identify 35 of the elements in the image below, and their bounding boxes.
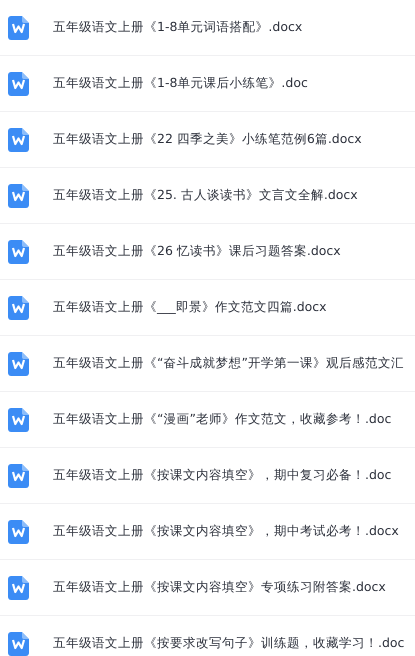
file-name: 五年级语文上册《按要求改写句子》训练题，收藏学习！.doc bbox=[53, 635, 404, 652]
file-name: 五年级语文上册《按课文内容填空》，期中考试必考！.docx bbox=[53, 523, 399, 540]
word-document-icon bbox=[8, 128, 29, 152]
file-name: 五年级语文上册《22 四季之美》小练笔范例6篇.docx bbox=[53, 131, 362, 148]
word-document-icon bbox=[8, 464, 29, 488]
file-row[interactable]: 五年级语文上册《按课文内容填空》专项练习附答案.docx bbox=[0, 560, 415, 616]
file-name: 五年级语文上册《___即景》作文范文四篇.docx bbox=[53, 299, 327, 316]
word-document-icon bbox=[8, 72, 29, 96]
file-row[interactable]: 五年级语文上册《1-8单元词语搭配》.docx bbox=[0, 0, 415, 56]
file-row[interactable]: 五年级语文上册《___即景》作文范文四篇.docx bbox=[0, 280, 415, 336]
word-document-icon bbox=[8, 296, 29, 320]
file-row[interactable]: 五年级语文上册《按课文内容填空》，期中复习必备！.doc bbox=[0, 448, 415, 504]
file-name: 五年级语文上册《“漫画”老师》作文范文，收藏参考！.doc bbox=[53, 411, 392, 428]
file-name: 五年级语文上册《按课文内容填空》，期中复习必备！.doc bbox=[53, 467, 392, 484]
file-name: 五年级语文上册《“奋斗成就梦想”开学第一课》观后感范文汇 bbox=[53, 355, 404, 372]
file-row[interactable]: 五年级语文上册《“奋斗成就梦想”开学第一课》观后感范文汇 bbox=[0, 336, 415, 392]
file-name: 五年级语文上册《按课文内容填空》专项练习附答案.docx bbox=[53, 579, 386, 596]
word-document-icon bbox=[8, 16, 29, 40]
file-name: 五年级语文上册《1-8单元课后小练笔》.doc bbox=[53, 75, 308, 92]
file-row[interactable]: 五年级语文上册《按课文内容填空》，期中考试必考！.docx bbox=[0, 504, 415, 560]
file-name: 五年级语文上册《26 忆读书》课后习题答案.docx bbox=[53, 243, 341, 260]
file-row[interactable]: 五年级语文上册《1-8单元课后小练笔》.doc bbox=[0, 56, 415, 112]
word-document-icon bbox=[8, 520, 29, 544]
file-name: 五年级语文上册《1-8单元词语搭配》.docx bbox=[53, 19, 302, 36]
word-document-icon bbox=[8, 184, 29, 208]
file-row[interactable]: 五年级语文上册《按要求改写句子》训练题，收藏学习！.doc bbox=[0, 616, 415, 656]
file-row[interactable]: 五年级语文上册《22 四季之美》小练笔范例6篇.docx bbox=[0, 112, 415, 168]
file-name: 五年级语文上册《25. 古人谈读书》文言文全解.docx bbox=[53, 187, 358, 204]
file-row[interactable]: 五年级语文上册《“漫画”老师》作文范文，收藏参考！.doc bbox=[0, 392, 415, 448]
file-row[interactable]: 五年级语文上册《25. 古人谈读书》文言文全解.docx bbox=[0, 168, 415, 224]
word-document-icon bbox=[8, 576, 29, 600]
file-row[interactable]: 五年级语文上册《26 忆读书》课后习题答案.docx bbox=[0, 224, 415, 280]
word-document-icon bbox=[8, 240, 29, 264]
word-document-icon bbox=[8, 408, 29, 432]
word-document-icon bbox=[8, 352, 29, 376]
